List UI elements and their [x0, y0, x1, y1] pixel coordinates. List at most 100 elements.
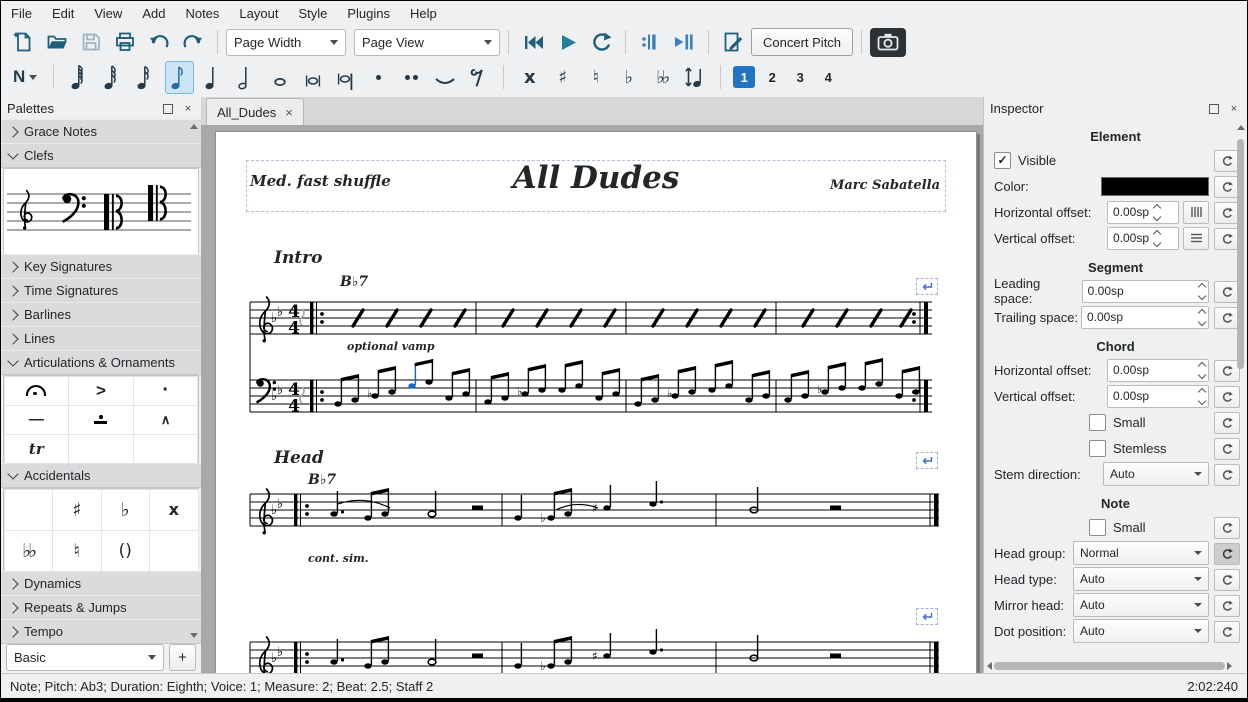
- voice-3-button[interactable]: 3: [789, 66, 811, 88]
- tab-all-dudes[interactable]: All_Dudes ×: [206, 98, 304, 125]
- double-flat-button[interactable]: ♭♭: [648, 62, 675, 93]
- menu-style[interactable]: Style: [298, 6, 327, 21]
- add-palette-button[interactable]: +: [169, 644, 196, 671]
- head-type-dropdown[interactable]: Auto: [1073, 567, 1209, 591]
- tenuto-cell[interactable]: —: [4, 405, 70, 435]
- palette-preset-combo[interactable]: Basic: [6, 644, 164, 671]
- palette-tempo[interactable]: Tempo: [1, 619, 201, 644]
- duration-quarter-button[interactable]: [200, 62, 227, 93]
- natural-cell[interactable]: ♮: [52, 530, 102, 572]
- voice-4-button[interactable]: 4: [817, 66, 839, 88]
- chord-voffset-spinbox[interactable]: 0.00sp: [1107, 385, 1209, 408]
- play-repeats-button[interactable]: [634, 27, 666, 57]
- augmentation-dot-button[interactable]: [365, 62, 392, 93]
- fermata-cell[interactable]: [4, 376, 70, 406]
- zoom-combo[interactable]: Page Width: [226, 29, 346, 56]
- duration-breve-button[interactable]: [299, 62, 326, 93]
- continue-sim-text[interactable]: cont. sim.: [308, 552, 369, 565]
- score-canvas[interactable]: Med. fast shuffle All Dudes Marc Sabatel…: [201, 125, 984, 674]
- screenshot-mode-button[interactable]: [870, 28, 906, 57]
- voice-1-button[interactable]: 1: [733, 66, 755, 88]
- open-button[interactable]: [41, 27, 73, 57]
- note-input-mode-button[interactable]: N: [9, 67, 41, 87]
- flip-direction-button[interactable]: [681, 62, 708, 93]
- accent-cell[interactable]: >: [68, 376, 134, 406]
- flat-button[interactable]: ♭: [615, 62, 642, 93]
- menu-view[interactable]: View: [94, 6, 122, 21]
- menu-add[interactable]: Add: [142, 6, 165, 21]
- tie-button[interactable]: [431, 62, 458, 93]
- palette-key-signatures[interactable]: Key Signatures: [1, 254, 201, 279]
- stem-direction-dropdown[interactable]: Auto: [1103, 462, 1209, 486]
- chord-hoffset-spinbox[interactable]: 0.00sp: [1107, 359, 1209, 382]
- dot-position-dropdown[interactable]: Auto: [1073, 619, 1209, 643]
- play-button[interactable]: [551, 27, 583, 57]
- natural-button[interactable]: ♮: [582, 62, 609, 93]
- rewind-button[interactable]: [517, 27, 549, 57]
- scroll-down-icon[interactable]: [190, 633, 198, 638]
- clefs-palette-grid[interactable]: [3, 168, 199, 255]
- parentheses-cell[interactable]: (): [101, 530, 151, 572]
- duration-16th-button[interactable]: [132, 62, 159, 93]
- undo-button[interactable]: [143, 27, 175, 57]
- system-2[interactable]: ♭♭ ♭ ♯: [246, 462, 944, 547]
- small-checkbox[interactable]: [1089, 414, 1106, 431]
- duration-64th-button[interactable]: [66, 62, 93, 93]
- snap-horizontal-button[interactable]: [1183, 201, 1209, 224]
- sharp-cell[interactable]: ♯: [52, 489, 102, 531]
- hoffset-spinbox[interactable]: 0.00sp: [1107, 201, 1179, 224]
- leading-spinbox[interactable]: 0.00sp: [1082, 280, 1209, 303]
- voice-2-button[interactable]: 2: [761, 66, 783, 88]
- scroll-up-icon[interactable]: [190, 124, 198, 129]
- mirror-head-dropdown[interactable]: Auto: [1073, 593, 1209, 617]
- menu-file[interactable]: File: [11, 6, 32, 21]
- inspector-vertical-scrollbar[interactable]: [1235, 123, 1246, 658]
- sharp-button[interactable]: ♯: [549, 62, 576, 93]
- double-flat-cell[interactable]: ♭♭: [4, 530, 54, 572]
- scroll-left-icon[interactable]: [987, 662, 992, 670]
- head-group-dropdown[interactable]: Normal: [1073, 541, 1209, 565]
- float-panel-icon[interactable]: [1207, 102, 1221, 116]
- palette-repeats-jumps[interactable]: Repeats & Jumps: [1, 595, 201, 620]
- palette-grace-notes[interactable]: Grace Notes: [1, 119, 201, 144]
- float-panel-icon[interactable]: [161, 102, 175, 116]
- empty-cell[interactable]: [4, 489, 54, 531]
- duration-whole-button[interactable]: [266, 62, 293, 93]
- palette-dynamics[interactable]: Dynamics: [1, 571, 201, 596]
- visible-checkbox[interactable]: [994, 152, 1011, 169]
- empty-cell[interactable]: [68, 434, 134, 464]
- composer-text[interactable]: Marc Sabatella: [830, 178, 940, 193]
- palettes-scrollbar[interactable]: [189, 124, 199, 638]
- close-panel-icon[interactable]: ×: [1227, 102, 1241, 116]
- system-1[interactable]: ♭♭ ♭♭ 44 44 ♭: [246, 272, 944, 422]
- close-tab-icon[interactable]: ×: [285, 105, 293, 120]
- scroll-up-icon[interactable]: [1237, 125, 1245, 130]
- scrollbar-thumb[interactable]: [1237, 139, 1244, 369]
- duration-half-button[interactable]: [233, 62, 260, 93]
- palette-lines[interactable]: Lines: [1, 326, 201, 351]
- edit-mode-button[interactable]: [717, 27, 749, 57]
- duration-32nd-button[interactable]: [99, 62, 126, 93]
- palette-accidentals[interactable]: Accidentals: [1, 463, 201, 488]
- voffset-spinbox[interactable]: 0.00sp: [1107, 227, 1179, 250]
- view-mode-combo[interactable]: Page View: [354, 29, 500, 56]
- menu-layout[interactable]: Layout: [239, 6, 278, 21]
- palette-clefs[interactable]: Clefs: [1, 143, 201, 168]
- scrollbar-thumb[interactable]: [994, 662, 1225, 670]
- double-dot-button[interactable]: [398, 62, 425, 93]
- redo-button[interactable]: [177, 27, 209, 57]
- score-page[interactable]: Med. fast shuffle All Dudes Marc Sabatel…: [215, 131, 977, 674]
- new-score-button[interactable]: [7, 27, 39, 57]
- note-small-checkbox[interactable]: [1089, 519, 1106, 536]
- close-panel-icon[interactable]: ×: [181, 102, 195, 116]
- trailing-spinbox[interactable]: 0.00sp: [1081, 306, 1209, 329]
- rehearsal-mark-intro[interactable]: Intro: [274, 248, 322, 268]
- print-button[interactable]: [109, 27, 141, 57]
- trill-cell[interactable]: tr: [4, 434, 70, 464]
- pan-playback-button[interactable]: [668, 27, 700, 57]
- duration-longa-button[interactable]: [332, 62, 359, 93]
- concert-pitch-button[interactable]: Concert Pitch: [751, 28, 853, 56]
- save-button[interactable]: [75, 27, 107, 57]
- palette-barlines[interactable]: Barlines: [1, 302, 201, 327]
- rest-button[interactable]: [464, 62, 491, 93]
